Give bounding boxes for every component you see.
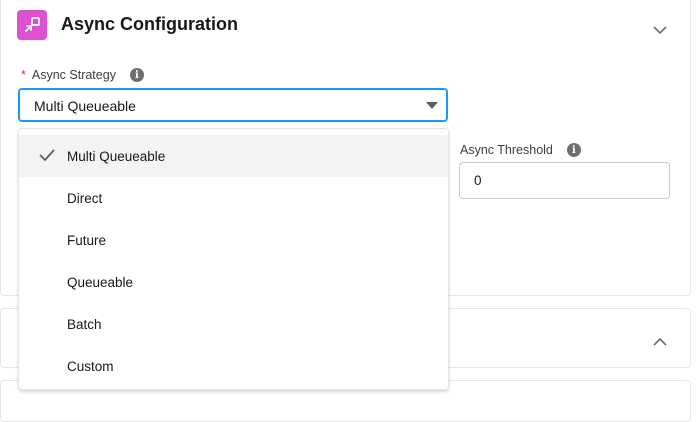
info-icon[interactable]: i [566, 143, 581, 157]
async-threshold-input[interactable] [459, 162, 670, 199]
section-title: Async Configuration [61, 14, 239, 34]
async-strategy-label-text: Async Strategy [31, 68, 116, 82]
option-label: Multi Queueable [67, 148, 166, 164]
chevron-up-icon[interactable] [652, 333, 668, 349]
option-label: Queueable [67, 274, 134, 290]
async-strategy-combobox[interactable]: Multi Queueable [18, 88, 448, 122]
option-direct[interactable]: Direct [19, 177, 448, 219]
required-marker: * [21, 68, 26, 82]
async-strategy-listbox: Multi Queueable Direct Future Queueable … [18, 128, 449, 390]
option-label: Batch [67, 316, 102, 332]
option-queueable[interactable]: Queueable [19, 261, 448, 303]
caret-down-icon [426, 102, 438, 109]
async-strategy-label: * Async Strategy i [21, 68, 144, 82]
option-label: Custom [67, 358, 114, 374]
option-label: Direct [67, 190, 103, 206]
async-config-icon [17, 10, 47, 40]
option-custom[interactable]: Custom [19, 345, 448, 387]
check-icon [39, 149, 55, 162]
option-future[interactable]: Future [19, 219, 448, 261]
async-threshold-label: Async Threshold i [460, 143, 581, 157]
async-strategy-value: Multi Queueable [34, 98, 136, 114]
async-threshold-label-text: Async Threshold [460, 143, 553, 157]
option-label: Future [67, 232, 107, 248]
option-multi-queueable[interactable]: Multi Queueable [19, 135, 448, 177]
info-icon[interactable]: i [129, 68, 144, 82]
chevron-down-icon[interactable] [652, 22, 668, 38]
option-batch[interactable]: Batch [19, 303, 448, 345]
